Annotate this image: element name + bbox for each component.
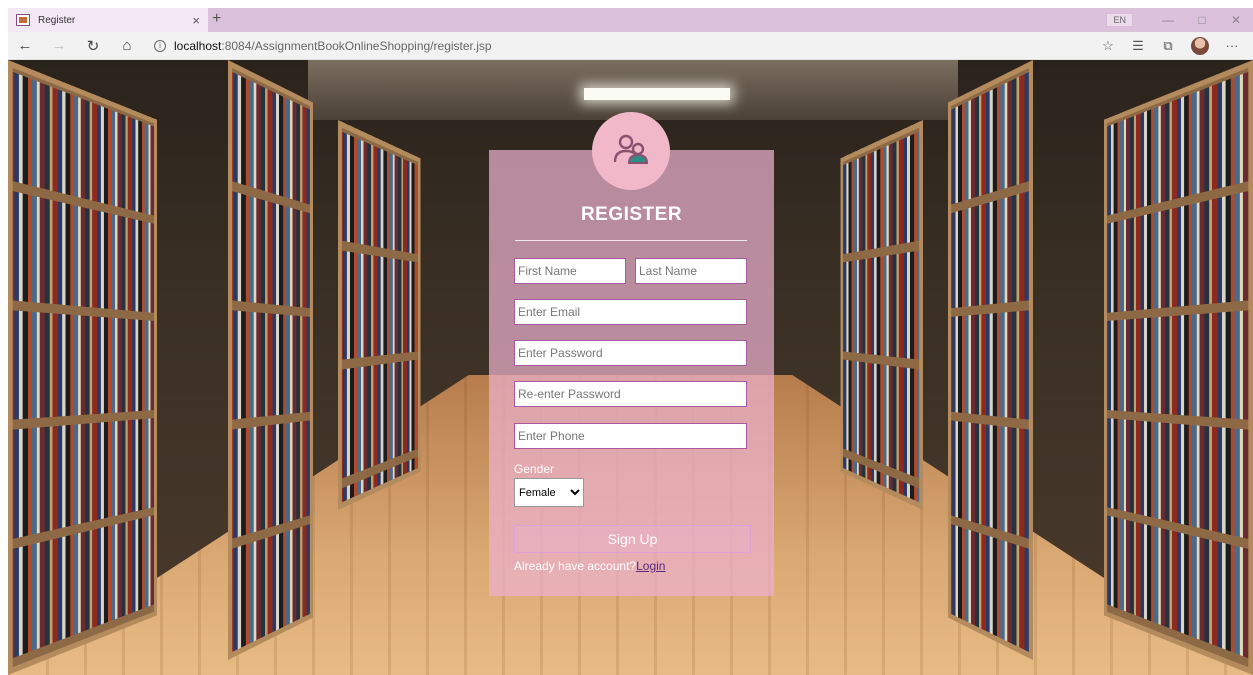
gender-select[interactable]: Female — [514, 478, 584, 507]
avatar-circle — [592, 112, 670, 190]
page-content: REGISTER Gender Female Sign Up Already h… — [8, 60, 1253, 675]
first-name-input[interactable] — [514, 258, 626, 284]
minimize-icon[interactable]: — — [1151, 13, 1185, 27]
bookshelf-right — [840, 120, 923, 510]
sign-up-button[interactable]: Sign Up — [514, 525, 751, 553]
email-input[interactable] — [514, 299, 747, 325]
window-controls: EN — □ ✕ — [1106, 8, 1253, 32]
users-icon — [611, 130, 651, 170]
close-tab-icon[interactable]: × — [192, 13, 200, 28]
favorite-star-icon[interactable]: ☆ — [1093, 38, 1123, 54]
login-prompt-text: Already have account? — [514, 559, 636, 573]
new-tab-button[interactable]: + — [212, 10, 221, 28]
title-divider — [515, 240, 747, 241]
tab-register[interactable]: Register × — [8, 8, 208, 32]
maximize-icon[interactable]: □ — [1185, 13, 1219, 27]
url-host: localhost — [174, 39, 221, 53]
gender-label: Gender — [514, 462, 554, 476]
last-name-input[interactable] — [635, 258, 747, 284]
reenter-password-input[interactable] — [514, 381, 747, 407]
language-indicator[interactable]: EN — [1106, 13, 1133, 27]
url-field[interactable]: i localhost :8084/AssignmentBookOnlineSh… — [154, 39, 1093, 53]
form-title: REGISTER — [489, 204, 774, 226]
login-link[interactable]: Login — [636, 559, 665, 573]
favorites-bar-icon[interactable]: ☰ — [1123, 38, 1153, 54]
toolbar-icons: ☆ ☰ ⧉ ··· — [1093, 37, 1247, 55]
more-icon[interactable]: ··· — [1217, 38, 1247, 53]
register-form: REGISTER Gender Female Sign Up Already h… — [489, 150, 774, 596]
home-icon[interactable]: ⌂ — [110, 37, 144, 54]
tab-title: Register — [38, 15, 192, 26]
profile-avatar[interactable] — [1191, 37, 1209, 55]
tab-bar: Register × + EN — □ ✕ — [8, 8, 1253, 32]
bookshelf-left — [8, 60, 157, 675]
info-icon[interactable]: i — [154, 40, 166, 52]
bookshelf-right — [1104, 60, 1253, 675]
browser-window: Register × + EN — □ ✕ ← → ↻ ⌂ i localhos… — [8, 8, 1253, 675]
favicon-icon — [16, 14, 30, 26]
address-bar: ← → ↻ ⌂ i localhost :8084/AssignmentBook… — [8, 32, 1253, 60]
close-window-icon[interactable]: ✕ — [1219, 13, 1253, 27]
phone-input[interactable] — [514, 423, 747, 449]
url-path: :8084/AssignmentBookOnlineShopping/regis… — [221, 39, 491, 53]
bookshelf-left — [338, 120, 421, 510]
login-prompt-row: Already have account?Login — [514, 559, 665, 573]
bookshelf-right — [948, 60, 1033, 660]
forward-icon[interactable]: → — [42, 37, 76, 54]
ceiling-light — [584, 88, 730, 100]
back-icon[interactable]: ← — [8, 37, 42, 54]
password-input[interactable] — [514, 340, 747, 366]
refresh-icon[interactable]: ↻ — [76, 37, 110, 55]
bookshelf-left — [228, 60, 313, 660]
collections-icon[interactable]: ⧉ — [1153, 38, 1183, 54]
